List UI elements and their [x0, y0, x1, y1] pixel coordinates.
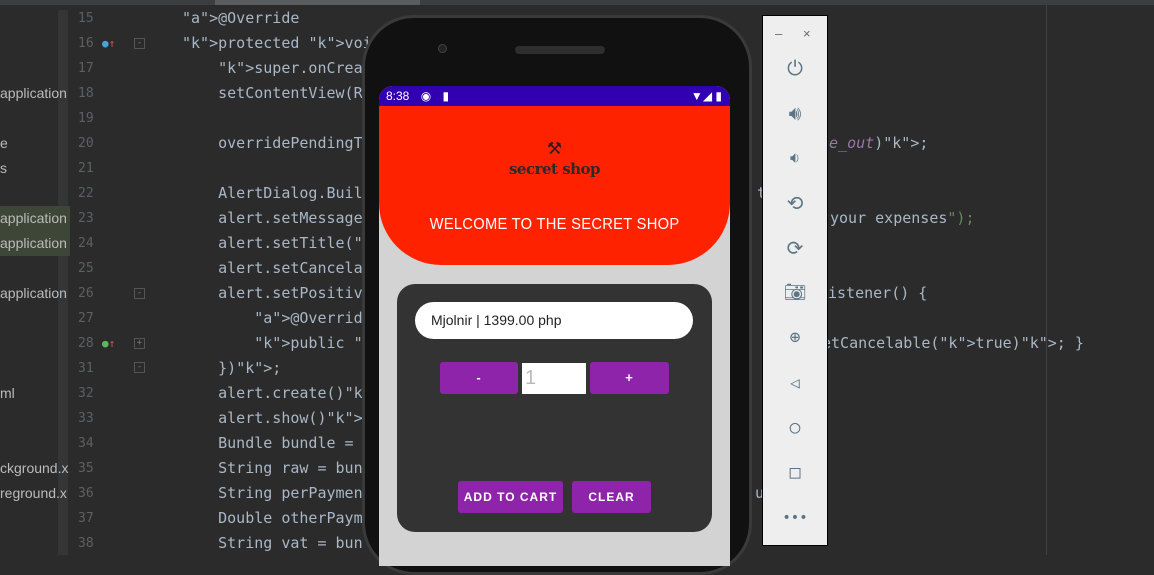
project-tree-item[interactable]: e [0, 131, 70, 156]
project-tree-item[interactable]: ckground.x [0, 456, 70, 481]
shop-header: ⚒ secret shop WELCOME TO THE SECRET SHOP [379, 106, 730, 265]
line-number: 19 [78, 111, 94, 126]
project-tree-item[interactable]: ml [0, 381, 70, 406]
camera-icon [438, 44, 447, 53]
code-line[interactable]: alert.setTitle(" [182, 231, 363, 256]
fold-icon[interactable]: - [134, 38, 145, 49]
signal-icon: ◢ [702, 89, 713, 103]
add-to-cart-button[interactable]: ADD TO CART [458, 481, 563, 513]
line-number: 22 [78, 186, 94, 201]
overview-icon[interactable]: □ [763, 461, 827, 485]
welcome-title: WELCOME TO THE SECRET SHOP [429, 216, 680, 233]
right-margin-guide [1046, 5, 1047, 555]
implement-marker-icon[interactable]: ●↑ [102, 331, 115, 356]
fold-icon[interactable]: - [134, 288, 145, 299]
code-line-fragment[interactable]: istener() { [828, 281, 927, 306]
line-number: 20 [78, 136, 94, 151]
logo: ⚒ secret shop [379, 132, 730, 178]
code-line[interactable]: alert.show()"k">; [182, 406, 372, 431]
code-line[interactable]: })"k">; [182, 356, 281, 381]
volume-up-icon[interactable]: 🔊︎ [763, 101, 827, 125]
wifi-icon: ▼ [690, 89, 703, 103]
phone-screen: 8:38 ◉ ▮ ▼◢ ▮ ⚒ secret shop WELCOME TO T… [379, 86, 730, 566]
battery-icon: ▮ [715, 89, 722, 103]
override-marker-icon[interactable]: ●↑ [102, 31, 115, 56]
code-line-fragment[interactable]: etCancelable("k">true)"k">; } [822, 331, 1084, 356]
minimize-button[interactable]: – [775, 26, 782, 41]
line-number: 37 [78, 511, 94, 526]
code-line[interactable]: Double otherPaym [182, 506, 363, 531]
line-number: 25 [78, 261, 94, 276]
code-line[interactable]: "a">@Override [182, 306, 371, 331]
sd-card-icon: ▮ [442, 89, 450, 103]
editor-tab-strip [0, 0, 1154, 5]
line-number: 33 [78, 411, 94, 426]
expand-icon[interactable]: + [134, 338, 145, 349]
line-number: 35 [78, 461, 94, 476]
more-icon[interactable]: ••• [763, 506, 827, 530]
line-number: 27 [78, 311, 94, 326]
pause-icon: ◉ [420, 89, 432, 103]
fold-end-icon[interactable]: - [134, 362, 145, 373]
camera-icon[interactable]: 📷︎ [763, 281, 827, 305]
decrease-button[interactable]: - [440, 362, 518, 394]
increase-button[interactable]: + [590, 362, 669, 394]
tab-scrollbar[interactable] [215, 0, 420, 5]
line-number: 31 [78, 361, 94, 376]
project-tree-item[interactable]: reground.x [0, 481, 70, 506]
project-tree-item[interactable]: application [0, 281, 70, 306]
close-button[interactable]: × [803, 26, 811, 41]
code-line[interactable]: alert.setPositiv [182, 281, 363, 306]
code-line[interactable]: AlertDialog.Buil [182, 181, 363, 206]
line-number: 38 [78, 536, 94, 551]
code-line[interactable]: String perPaymen [182, 481, 363, 506]
code-line[interactable]: Bundle bundle = [182, 431, 363, 456]
status-bar: 8:38 ◉ ▮ ▼◢ ▮ [379, 86, 730, 106]
product-field[interactable]: Mjolnir | 1399.00 php [415, 302, 693, 339]
project-tree-item[interactable]: application [0, 231, 70, 256]
line-number: 36 [78, 486, 94, 501]
code-line[interactable]: "a">@Override [182, 6, 299, 31]
project-tree-item[interactable]: s [0, 156, 70, 181]
line-number: 17 [78, 61, 94, 76]
speaker [515, 46, 605, 54]
line-number: 16 [78, 36, 94, 51]
code-line[interactable]: String vat = bun [182, 531, 363, 556]
status-time: 8:38 [386, 89, 410, 103]
logo-text: secret shop [508, 160, 601, 178]
code-line[interactable]: alert.create()"k">; [182, 381, 390, 406]
clear-button[interactable]: CLEAR [572, 481, 651, 513]
emulator-toolbar: – × ⏻ 🔊︎ 🔉︎ ⟲ ⟳ 📷︎ ⊕ ◁ ○ □ ••• [762, 15, 828, 546]
zoom-icon[interactable]: ⊕ [763, 326, 827, 350]
code-line[interactable]: overridePendingT [182, 131, 363, 156]
line-number: 32 [78, 386, 94, 401]
code-line-fragment[interactable]: your expenses"); [830, 206, 975, 231]
line-number: 15 [78, 11, 94, 26]
line-number: 23 [78, 211, 94, 226]
product-card: Mjolnir | 1399.00 php - 1 + ADD TO CART … [397, 284, 712, 532]
hammer-logo-icon: ⚒ [547, 132, 562, 160]
code-line[interactable]: String raw = bun [182, 456, 363, 481]
line-number: 18 [78, 86, 94, 101]
line-number: 34 [78, 436, 94, 451]
quantity-input[interactable]: 1 [522, 363, 586, 394]
line-number: 21 [78, 161, 94, 176]
code-line[interactable]: setContentView(R [182, 81, 363, 106]
line-number: 26 [78, 286, 94, 301]
back-icon[interactable]: ◁ [763, 371, 827, 395]
rotate-left-icon[interactable]: ⟲ [763, 191, 827, 215]
project-tree-item[interactable]: application [0, 206, 70, 231]
line-number: 28 [78, 336, 94, 351]
volume-down-icon[interactable]: 🔉︎ [763, 146, 827, 170]
code-line[interactable]: alert.setMessage [182, 206, 363, 231]
power-icon[interactable]: ⏻ [763, 56, 827, 80]
home-icon[interactable]: ○ [763, 416, 827, 440]
project-tree-item[interactable]: application [0, 81, 70, 106]
code-line-fragment[interactable]: le_out)"k">; [820, 131, 928, 156]
code-line[interactable]: alert.setCancela [182, 256, 363, 281]
line-number: 24 [78, 236, 94, 251]
rotate-right-icon[interactable]: ⟳ [763, 236, 827, 260]
